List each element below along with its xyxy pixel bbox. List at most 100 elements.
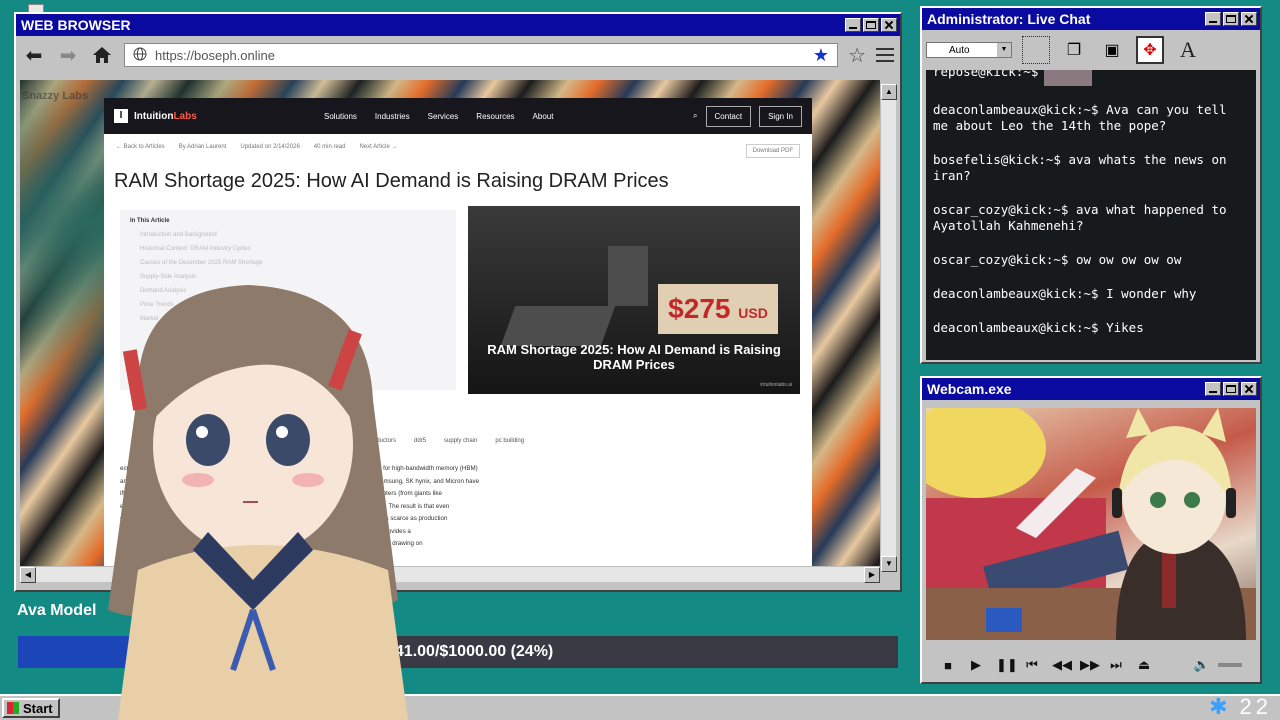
chat-username: deaconlambeaux@kick:~$ (933, 102, 1099, 117)
toc-item[interactable]: Historical Context: DRAM Industry Cycles (140, 246, 446, 252)
chat-titlebar[interactable]: Administrator: Live Chat (922, 8, 1260, 30)
window-title: WEB BROWSER (21, 17, 131, 33)
eject-icon[interactable]: ⏏ (1136, 657, 1152, 673)
scroll-up-arrow-icon[interactable]: ▲ (881, 84, 897, 100)
pause-icon[interactable]: ❚❚ (996, 657, 1018, 673)
next-article-link[interactable]: Next Article → (359, 144, 397, 158)
search-icon[interactable]: ⌕ (693, 111, 697, 121)
maximize-button[interactable] (863, 18, 879, 32)
nav-about[interactable]: About (533, 112, 554, 121)
author: By Adrian Laurent (178, 144, 227, 150)
rewind-icon[interactable]: ◀◀ (1052, 657, 1072, 673)
tag[interactable]: supply chain (444, 438, 477, 444)
hero-currency: USD (738, 305, 768, 321)
download-pdf-button[interactable]: Download PDF (745, 144, 800, 158)
speaker-icon: 🔈 (1193, 657, 1210, 672)
close-button[interactable] (1241, 12, 1257, 26)
scroll-left-arrow-icon[interactable]: ◀ (20, 567, 36, 583)
skip-end-icon[interactable]: ⏭ (1108, 657, 1124, 673)
article-title: RAM Shortage 2025: How AI Demand is Rais… (114, 170, 669, 192)
address-bar[interactable]: https://boseph.online ★ (124, 43, 839, 67)
system-tray: ✱ 22 (1209, 694, 1272, 720)
nav-services[interactable]: Services (428, 112, 459, 121)
media-controls: ■ ▶ ❚❚ ⏮ ◀◀ ▶▶ ⏭ ⏏ 🔈 (926, 650, 1256, 680)
emote-image (1044, 70, 1093, 86)
logo-icon: I (114, 109, 128, 123)
close-button[interactable] (1241, 382, 1257, 396)
sign-in-button[interactable]: Sign In (759, 105, 802, 127)
updated-date: Updated on 2/14/2026 (240, 144, 300, 150)
start-button[interactable]: Start (2, 698, 60, 718)
chat-text: ow ow ow ow ow (1076, 252, 1182, 267)
back-arrow-icon[interactable]: ⬅ (22, 43, 46, 67)
nav-industries[interactable]: Industries (375, 112, 410, 121)
site-nav: Solutions Industries Services Resources … (324, 112, 693, 121)
forward-arrow-icon[interactable]: ➡ (56, 43, 80, 67)
maximize-button[interactable] (1223, 12, 1239, 26)
webcam-window: Webcam.exe ■ ▶ ❚❚ ⏮ ◀◀ ▶▶ ⏭ ⏏ 🔈 (920, 376, 1262, 684)
chat-message: repose@kick:~$ (933, 70, 1246, 86)
bookmark-star-filled-icon[interactable]: ★ (813, 45, 829, 66)
contact-button[interactable]: Contact (705, 105, 752, 127)
hero-price-tag: $275 USD (658, 284, 778, 334)
windows-logo-icon (7, 702, 19, 714)
fast-forward-icon[interactable]: ▶▶ (1080, 657, 1100, 673)
chat-message: deaconlambeaux@kick:~$ Ava can you tell … (933, 102, 1246, 134)
window-title: Administrator: Live Chat (927, 11, 1091, 27)
chat-text: Yikes (1106, 320, 1144, 335)
globe-icon (133, 47, 147, 64)
chat-text: I wonder why (1106, 286, 1197, 301)
hamburger-menu-icon[interactable] (876, 48, 894, 62)
play-icon[interactable]: ▶ (968, 657, 984, 673)
start-label: Start (23, 700, 53, 716)
logo-text: Intuition (134, 110, 174, 122)
webcam-scene (926, 408, 1256, 640)
scroll-down-arrow-icon[interactable]: ▼ (881, 556, 897, 572)
model-label: Ava Model (17, 602, 97, 619)
stop-icon[interactable]: ■ (940, 658, 956, 673)
volume-slider[interactable] (1218, 663, 1242, 667)
browser-toolbar: ⬅ ➡ https://boseph.online ★ ☆ (16, 36, 900, 74)
tag[interactable]: pc building (495, 438, 524, 444)
select-region-icon[interactable] (1022, 36, 1050, 64)
browser-titlebar[interactable]: WEB BROWSER (16, 14, 900, 36)
chat-message: bosefelis@kick:~$ ava whats the news on … (933, 152, 1246, 184)
chevron-down-icon[interactable]: ▼ (997, 43, 1011, 57)
site-logo[interactable]: I IntuitionLabs (114, 109, 324, 123)
font-icon[interactable]: A (1174, 36, 1202, 64)
favorites-star-icon[interactable]: ☆ (848, 43, 866, 68)
font-size-select[interactable]: Auto ▼ (926, 42, 1012, 58)
toc-item[interactable]: Causes of the December 2025 RAM Shortage (140, 260, 446, 266)
skip-start-icon[interactable]: ⏮ (1024, 657, 1040, 673)
minimize-button[interactable] (845, 18, 861, 32)
hero-site: intuitionlabs.ai (760, 382, 792, 388)
home-icon[interactable] (90, 43, 114, 67)
minimize-button[interactable] (1205, 382, 1221, 396)
chat-username: oscar_cozy@kick:~$ (933, 202, 1069, 217)
chat-message: deaconlambeaux@kick:~$ I wonder why (933, 286, 1246, 302)
chat-log[interactable]: repose@kick:~$ deaconlambeaux@kick:~$ Av… (926, 70, 1256, 360)
vertical-scrollbar[interactable]: ▲ ▼ (880, 84, 897, 572)
network-icon[interactable]: ✱ (1209, 694, 1231, 720)
webcam-titlebar[interactable]: Webcam.exe (922, 378, 1260, 400)
move-icon[interactable]: ✥ (1136, 36, 1164, 64)
chat-message: oscar_cozy@kick:~$ ow ow ow ow ow (933, 252, 1246, 268)
url-text: https://boseph.online (155, 47, 275, 63)
maximize-button[interactable] (1223, 382, 1239, 396)
paste-icon[interactable]: ▣ (1098, 36, 1126, 64)
nav-solutions[interactable]: Solutions (324, 112, 357, 121)
nav-resources[interactable]: Resources (476, 112, 514, 121)
chat-username: deaconlambeaux@kick:~$ (933, 286, 1099, 301)
close-button[interactable] (881, 18, 897, 32)
back-to-articles-link[interactable]: ← Back to Articles (116, 144, 165, 158)
toc-item[interactable]: Introduction and Background (140, 232, 446, 238)
hero-image: $275 USD RAM Shortage 2025: How AI Deman… (468, 206, 800, 394)
site-header: I IntuitionLabs Solutions Industries Ser… (104, 98, 812, 134)
ram-box-graphic (500, 306, 616, 346)
scroll-right-arrow-icon[interactable]: ▶ (864, 567, 880, 583)
copy-icon[interactable]: ❐ (1060, 36, 1088, 64)
chat-toolbar: Auto ▼ ❐ ▣ ✥ A (922, 30, 1260, 70)
volume-control[interactable]: 🔈 (1194, 657, 1242, 673)
site-header-actions: ⌕ Contact Sign In (693, 105, 802, 127)
minimize-button[interactable] (1205, 12, 1221, 26)
